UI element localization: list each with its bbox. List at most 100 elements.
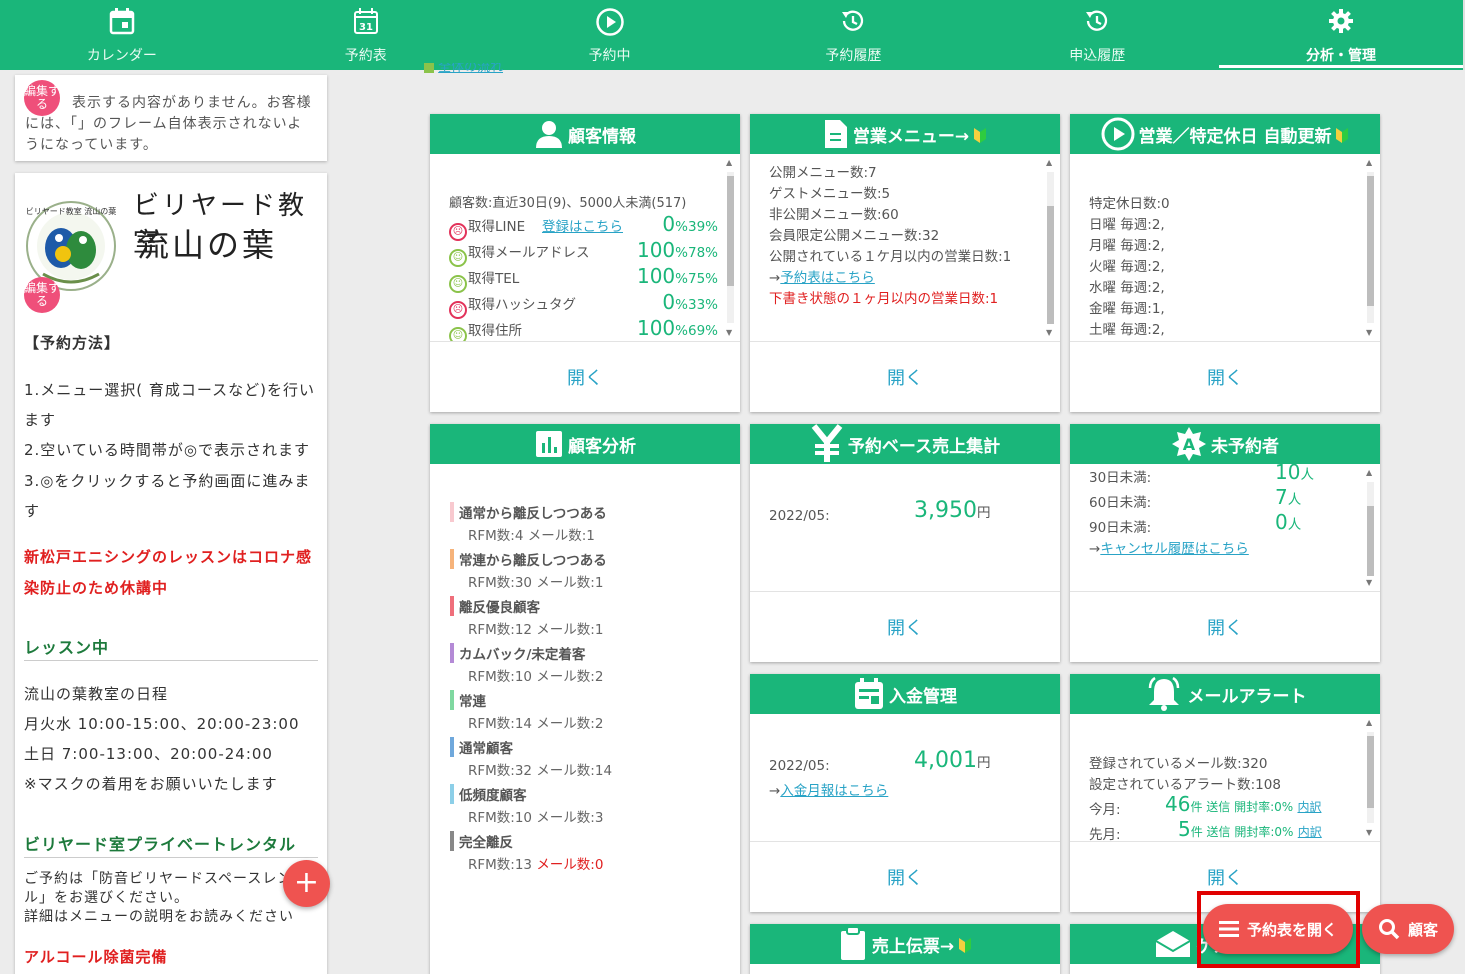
- reservation-table-link[interactable]: →予約表はこちら: [769, 266, 1038, 288]
- history-icon: [842, 10, 864, 31]
- schedule-line: 流山の葉教室の日程: [24, 685, 169, 703]
- card-title: 営業メニュー→: [852, 126, 970, 147]
- search-icon: [1378, 919, 1400, 940]
- card-header: 予約ベース売上集計: [750, 424, 1060, 464]
- stat-row: ☺ 取得メールアドレス 100%78%: [449, 238, 718, 267]
- menu-stat: 非公開メニュー数:60: [769, 207, 899, 223]
- scrollbar[interactable]: ▲ ▼: [1365, 718, 1376, 837]
- card-header: メールアラート: [1070, 674, 1380, 714]
- card-body: 特定休日数:0 日曜 毎週:2, 月曜 毎週:2, 火曜 毎週:2, 水曜 毎週…: [1070, 154, 1380, 342]
- flow-link[interactable]: 全体の流れ: [424, 63, 503, 73]
- bar-chart-icon: [536, 431, 562, 457]
- breakdown-link[interactable]: 内訳: [1297, 800, 1321, 814]
- tab-calendar[interactable]: カレンダー: [0, 0, 244, 70]
- card-header: 顧客分析: [430, 424, 740, 464]
- person-icon: [536, 121, 562, 148]
- register-link[interactable]: 登録はこちら: [542, 215, 623, 235]
- card-title: メールアラート: [1187, 686, 1307, 707]
- calendar-31-icon: 31: [353, 8, 378, 34]
- send-row: 先月: 5件 送信 開封率:0% 内訳: [1089, 817, 1322, 842]
- happy-face-icon: ☺: [449, 249, 467, 267]
- edit-button[interactable]: 編集する: [24, 277, 60, 313]
- happy-face-icon: ☺: [449, 275, 467, 293]
- tab-label: 申込履歴: [1069, 48, 1126, 64]
- holiday-stat: 火曜 毎週:2,: [1089, 259, 1165, 275]
- holiday-stat: 日曜 毎週:2,: [1089, 217, 1165, 233]
- sales-slip-card: 売上伝票→: [750, 924, 1060, 974]
- open-button[interactable]: 開く: [750, 592, 1060, 662]
- open-button[interactable]: 開く: [1070, 592, 1380, 662]
- highlight-frame: [1197, 891, 1360, 968]
- svg-text:A: A: [1183, 435, 1196, 454]
- step-line: 2.空いている時間帯が◎で表示されます: [24, 441, 310, 459]
- tab-analysis-management[interactable]: 分析・管理: [1219, 0, 1463, 70]
- sales-amount: 3,950円: [914, 498, 991, 523]
- holiday-card: 営業／特定休日 自動更新 特定休日数:0 日曜 毎週:2, 月曜 毎週:2, 火…: [1070, 114, 1380, 412]
- beginner-mark-icon: [1336, 128, 1349, 143]
- tab-reserving[interactable]: 予約中: [488, 0, 732, 70]
- rental-heading: ビリヤード室プライベートレンタル: [24, 835, 297, 854]
- card-body: 顧客数:直近30日(9)、5000人未満(517) ☹ 取得LINE 登録はこちら…: [430, 154, 740, 342]
- divider: [24, 857, 318, 858]
- closure-notice: 新松戸エニシングのレッスンはコロナ感: [24, 548, 313, 566]
- sad-face-icon: ☹: [449, 301, 467, 319]
- rental-line: ル」をお選びください。: [24, 890, 189, 906]
- holiday-stat: 金曜 毎週:1,: [1089, 301, 1165, 317]
- stat-row: ☹ 取得LINE 登録はこちら 0%39%: [449, 212, 718, 241]
- monthly-report-link[interactable]: →入金月報はこちら: [769, 779, 1038, 801]
- tab-label: 分析・管理: [1306, 48, 1377, 64]
- notice-text: 表示する内容がありません。お客様には、「」のフレーム自体表示されないようになって…: [25, 95, 312, 153]
- tab-application-history[interactable]: 申込履歴: [975, 0, 1219, 70]
- open-button[interactable]: 開く: [1070, 342, 1380, 412]
- unreserved-row: 60日未満: 7人: [1089, 485, 1302, 511]
- edit-button[interactable]: 編集する: [24, 80, 60, 116]
- beginner-mark-icon: [959, 938, 972, 953]
- customer-info-card: 顧客情報 顧客数:直近30日(9)、5000人未満(517) ☹ 取得LINE 登…: [430, 114, 740, 412]
- card-title: 顧客分析: [568, 436, 636, 457]
- mail-alert-card: メールアラート 登録されているメール数:320 設定されているアラート数:108…: [1070, 674, 1380, 912]
- notice-card: 編集する 表示する内容がありません。お客様には、「」のフレーム自体表示されないよ…: [15, 75, 327, 161]
- yen-icon: [811, 424, 843, 462]
- add-button[interactable]: +: [283, 860, 330, 907]
- draft-count: 下書き状態の１ヶ月以内の営業日数:1: [769, 291, 999, 307]
- scrollbar[interactable]: ▲ ▼: [1365, 468, 1376, 587]
- open-button[interactable]: 開く: [750, 842, 1060, 912]
- card-header: 営業メニュー→: [750, 114, 1060, 154]
- open-button[interactable]: 開く: [430, 342, 740, 412]
- card-body: 2022/05: 3,950円: [750, 464, 1060, 592]
- card-header: 入金管理: [750, 674, 1060, 714]
- holiday-stat: 土曜 毎週:2,: [1089, 322, 1165, 338]
- alcohol-notice: アルコール除菌完備: [24, 948, 168, 966]
- card-body: 通常から離反しつつある RFM数:4 メール数:1 常連から離反しつつある RFM数…: [430, 464, 740, 974]
- method-heading: 【予約方法】: [24, 334, 121, 352]
- gear-icon: [1329, 9, 1354, 33]
- cancel-history-link[interactable]: →キャンセル履歴はこちら: [1089, 537, 1358, 559]
- tab-reservation-history[interactable]: 予約履歴: [731, 0, 975, 70]
- closure-notice: 染防止のため休講中: [24, 579, 169, 597]
- schedule-line: 土日 7:00-13:00、20:00-24:00: [24, 745, 273, 763]
- play-icon: [595, 8, 624, 36]
- customer-analysis-card: 顧客分析 通常から離反しつつある RFM数:4 メール数:1 常連から離反しつつあ…: [430, 424, 740, 974]
- card-header: 売上伝票→: [750, 924, 1060, 964]
- unreserved-row: 30日未満: 10人: [1089, 464, 1314, 486]
- tab-label: 予約中: [588, 48, 631, 64]
- stat-row: ☺ 取得TEL 100%75%: [449, 264, 718, 293]
- holiday-stat: 水曜 毎週:2,: [1089, 280, 1165, 296]
- mail-count: 登録されているメール数:320: [1089, 756, 1268, 772]
- scrollbar[interactable]: ▲ ▼: [725, 158, 736, 337]
- tab-reservation-table[interactable]: 31 予約表: [244, 0, 488, 70]
- step-line: 3.◎をクリックすると予約画面に進みま: [24, 472, 311, 490]
- customer-button[interactable]: 顧客: [1362, 904, 1454, 954]
- menu-stat: 会員限定公開メニュー数:32: [769, 228, 940, 244]
- badge-a-icon: A: [1172, 427, 1206, 461]
- card-body: 公開メニュー数:7 ゲストメニュー数:5 非公開メニュー数:60 会員限定公開メ…: [750, 154, 1060, 342]
- card-header: A 未予約者: [1070, 424, 1380, 464]
- scrollbar[interactable]: ▲ ▼: [1365, 158, 1376, 337]
- breakdown-link[interactable]: 内訳: [1298, 825, 1322, 839]
- payment-amount: 4,001円: [914, 748, 991, 773]
- calendar-icon: [855, 678, 883, 709]
- tab-label: 予約履歴: [825, 48, 882, 64]
- scrollbar[interactable]: ▲ ▼: [1045, 158, 1056, 337]
- menu-stat: 公開メニュー数:7: [769, 165, 877, 181]
- open-button[interactable]: 開く: [750, 342, 1060, 412]
